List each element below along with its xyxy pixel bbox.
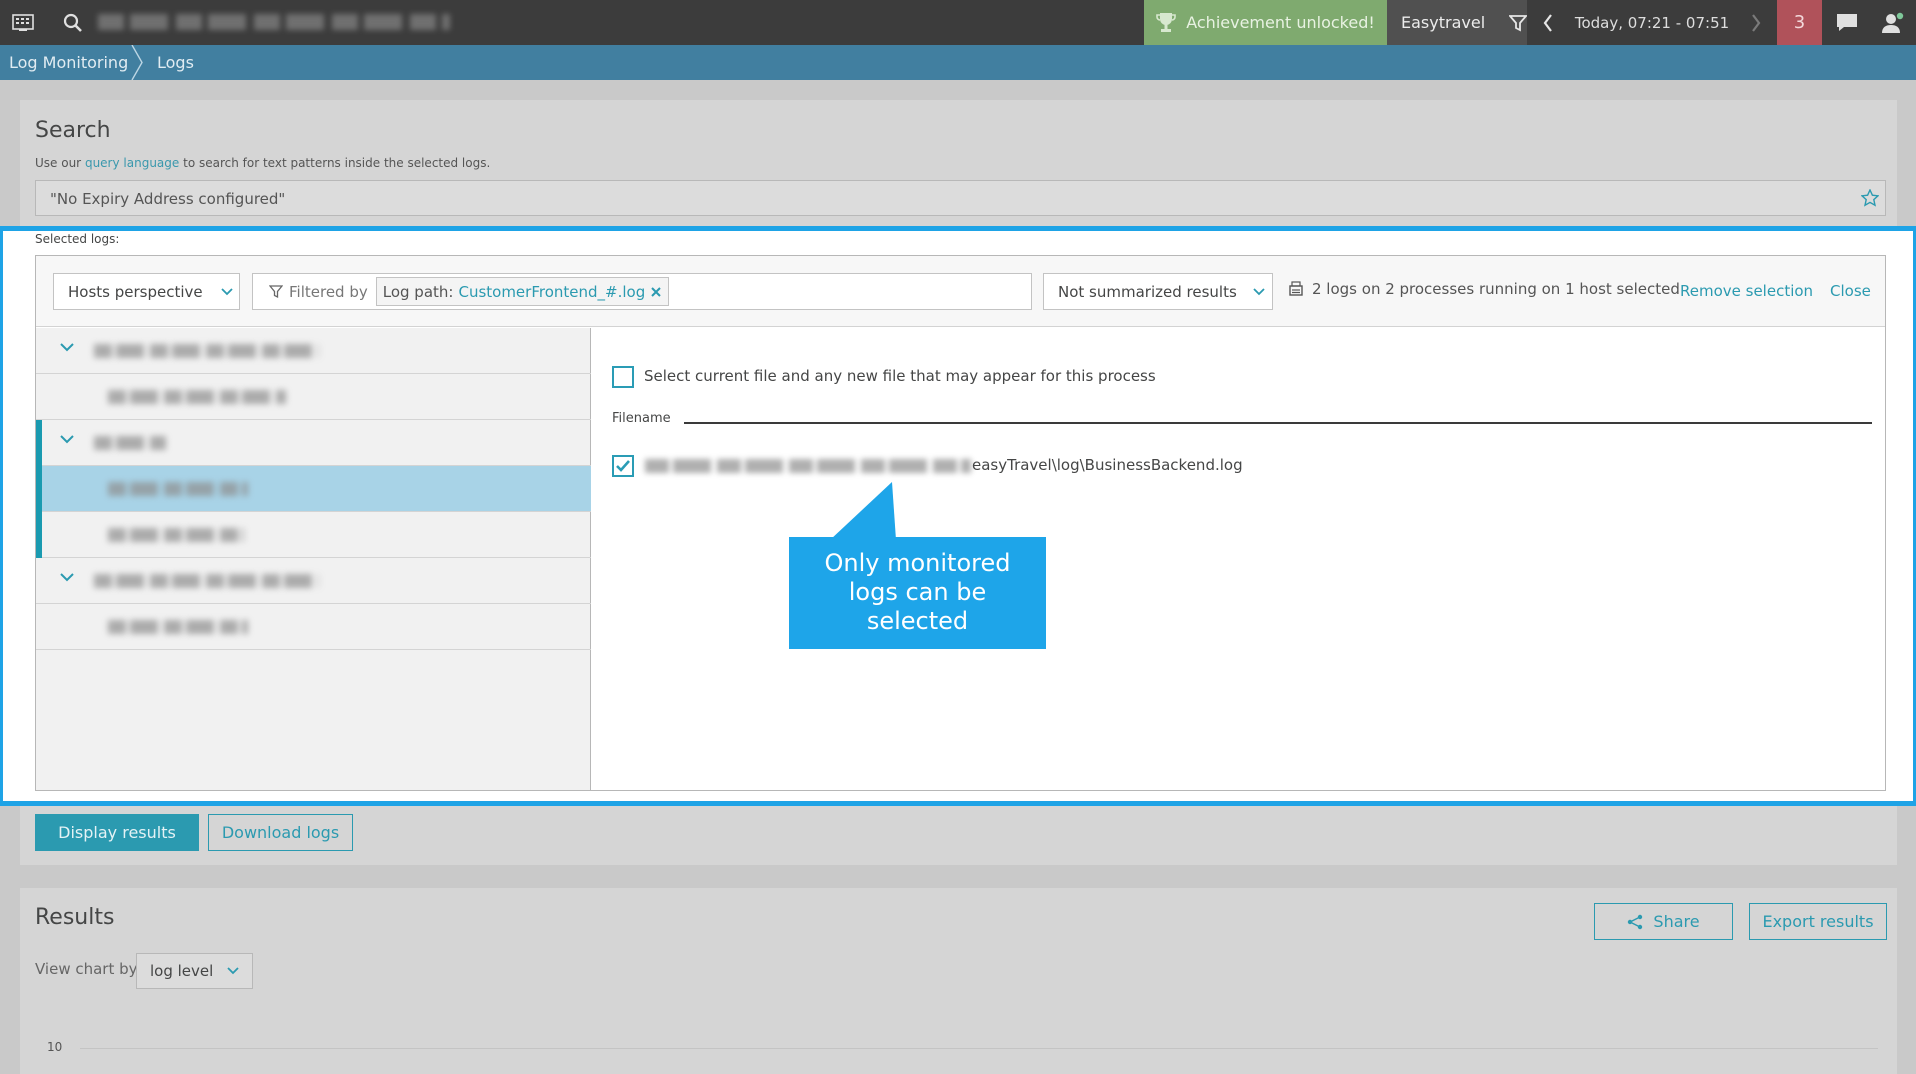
tree-process-row-selected[interactable] <box>36 466 591 512</box>
tree-host-row[interactable] <box>36 420 591 466</box>
log-file-name: easyTravel\log\BusinessBackend.log <box>972 456 1243 474</box>
star-icon[interactable] <box>1861 189 1879 207</box>
blurred-host-name <box>94 574 319 588</box>
timeframe-selector: Today, 07:21 - 07:51 <box>1527 0 1777 45</box>
share-label: Share <box>1653 912 1700 931</box>
trophy-icon <box>1156 12 1177 34</box>
download-logs-button[interactable]: Download logs <box>208 814 353 851</box>
tree-process-row[interactable] <box>36 604 591 650</box>
search-help-text: Use our query language to search for tex… <box>35 156 490 170</box>
view-chart-by-label: View chart by <box>35 960 138 978</box>
selection-info-text: 2 logs on 2 processes running on 1 host … <box>1312 280 1680 298</box>
callout-pointer <box>830 482 896 540</box>
perspective-dropdown[interactable]: Hosts perspective <box>53 273 240 310</box>
close-link[interactable]: Close <box>1830 282 1871 300</box>
chevron-right-icon[interactable] <box>1735 0 1777 45</box>
user-icon[interactable] <box>1870 0 1915 45</box>
host-process-tree <box>36 328 591 790</box>
filter-icon[interactable] <box>1509 14 1528 32</box>
tooltip-callout: Only monitored logs can be selected <box>789 537 1046 649</box>
select-future-files-label: Select current file and any new file tha… <box>644 367 1156 385</box>
timeframe-range[interactable]: Today, 07:21 - 07:51 <box>1569 14 1735 32</box>
summary-mode-dropdown[interactable]: Not summarized results <box>1043 273 1273 310</box>
tree-host-row[interactable] <box>36 328 591 374</box>
summary-mode-value: Not summarized results <box>1058 282 1237 301</box>
chart-gridline <box>80 1048 1878 1049</box>
tree-process-row[interactable] <box>36 374 591 420</box>
filter-chip-value: CustomerFrontend_#.log <box>458 282 646 301</box>
achievement-banner[interactable]: Achievement unlocked! <box>1144 0 1387 45</box>
remove-filter-icon[interactable] <box>650 286 662 298</box>
selection-accent <box>36 512 42 558</box>
chevron-down-icon[interactable] <box>60 573 74 582</box>
filter-chip-key: Log path: <box>382 282 454 301</box>
chart-by-dropdown[interactable]: log level <box>136 953 253 989</box>
export-results-button[interactable]: Export results <box>1749 903 1887 940</box>
chevron-down-icon <box>227 967 239 975</box>
breadcrumb: Log Monitoring Logs <box>0 45 1916 80</box>
filename-divider <box>684 422 1872 424</box>
selection-accent <box>36 466 42 512</box>
callout-line-3: selected <box>866 607 969 635</box>
blurred-process-name <box>108 528 244 542</box>
selection-info: 2 logs on 2 processes running on 1 host … <box>1288 280 1680 298</box>
chevron-down-icon[interactable] <box>60 343 74 352</box>
breadcrumb-separator-icon <box>131 45 143 80</box>
environment-selector[interactable]: Easytravel <box>1387 0 1528 45</box>
y-axis-tick: 10 <box>47 1040 63 1054</box>
search-query-text: "No Expiry Address configured" <box>50 190 286 208</box>
tree-host-row[interactable] <box>36 558 591 604</box>
breadcrumb-logs[interactable]: Logs <box>157 45 194 80</box>
search-query-input[interactable]: "No Expiry Address configured" <box>35 180 1886 216</box>
chart-by-value: log level <box>150 962 214 980</box>
blurred-process-name <box>108 482 248 496</box>
filtered-by-label: Filtered by <box>289 282 368 301</box>
top-bar: Achievement unlocked! Easytravel Today, … <box>0 0 1916 45</box>
blurred-host-name <box>94 344 319 358</box>
select-future-files-checkbox[interactable] <box>612 366 634 388</box>
callout-line-2: logs can be <box>848 578 987 606</box>
selection-accent <box>36 420 42 466</box>
menu-grid-icon[interactable] <box>0 0 45 45</box>
problems-count-badge[interactable]: 3 <box>1777 0 1822 45</box>
query-language-link[interactable]: query language <box>85 156 179 170</box>
file-detail-panel <box>592 328 1885 790</box>
log-file-icon <box>1288 281 1304 297</box>
blurred-page-title <box>98 14 450 30</box>
chevron-down-icon[interactable] <box>60 435 74 444</box>
tree-process-row[interactable] <box>36 512 591 558</box>
selected-logs-label: Selected logs: <box>35 232 120 246</box>
blurred-host-name <box>94 436 166 450</box>
achievement-text: Achievement unlocked! <box>1186 13 1375 32</box>
display-results-button[interactable]: Display results <box>35 814 199 851</box>
chevron-down-icon <box>1253 287 1265 296</box>
callout-line-1: Only monitored <box>824 549 1011 577</box>
blurred-file-path <box>645 459 971 473</box>
chevron-down-icon <box>220 287 233 296</box>
checkmark-icon <box>616 460 630 472</box>
remove-selection-link[interactable]: Remove selection <box>1680 282 1813 300</box>
filter-input[interactable]: Filtered by Log path: CustomerFrontend_#… <box>252 273 1032 310</box>
results-title: Results <box>35 905 115 930</box>
share-icon <box>1627 914 1643 930</box>
breadcrumb-log-monitoring[interactable]: Log Monitoring <box>9 45 128 80</box>
filename-column-header: Filename <box>612 411 671 426</box>
chat-icon[interactable] <box>1824 0 1869 45</box>
environment-name: Easytravel <box>1401 13 1486 32</box>
chevron-left-icon[interactable] <box>1527 0 1569 45</box>
help-suffix: to search for text patterns inside the s… <box>183 156 491 170</box>
log-file-checkbox-checked[interactable] <box>612 455 634 477</box>
perspective-value: Hosts perspective <box>68 282 203 301</box>
blurred-process-name <box>108 620 248 634</box>
help-prefix: Use our <box>35 156 82 170</box>
search-title: Search <box>35 118 111 143</box>
filter-icon <box>269 284 283 299</box>
blurred-process-name <box>108 390 286 404</box>
search-icon[interactable] <box>50 0 95 45</box>
filter-chip[interactable]: Log path: CustomerFrontend_#.log <box>375 277 670 306</box>
share-button[interactable]: Share <box>1594 903 1733 940</box>
